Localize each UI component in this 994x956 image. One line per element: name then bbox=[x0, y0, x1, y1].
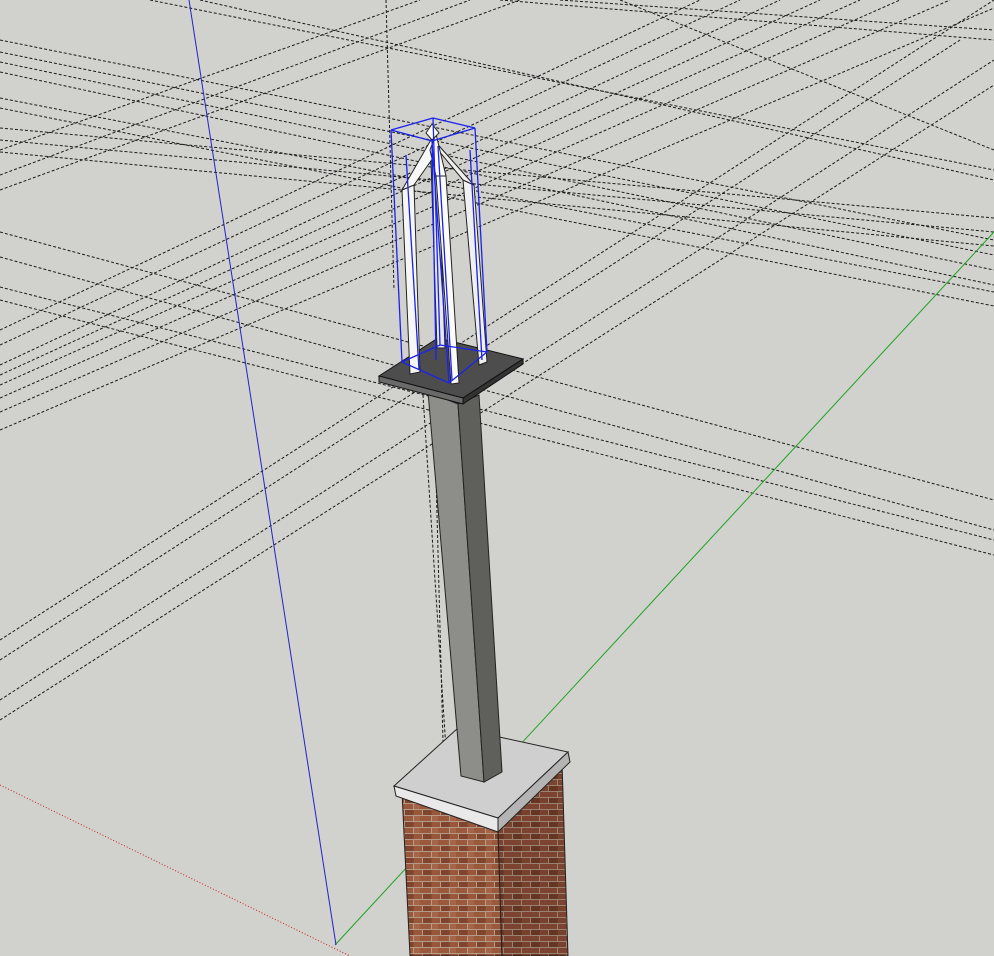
3d-scene[interactable] bbox=[0, 0, 994, 956]
modeling-viewport[interactable] bbox=[0, 0, 994, 956]
